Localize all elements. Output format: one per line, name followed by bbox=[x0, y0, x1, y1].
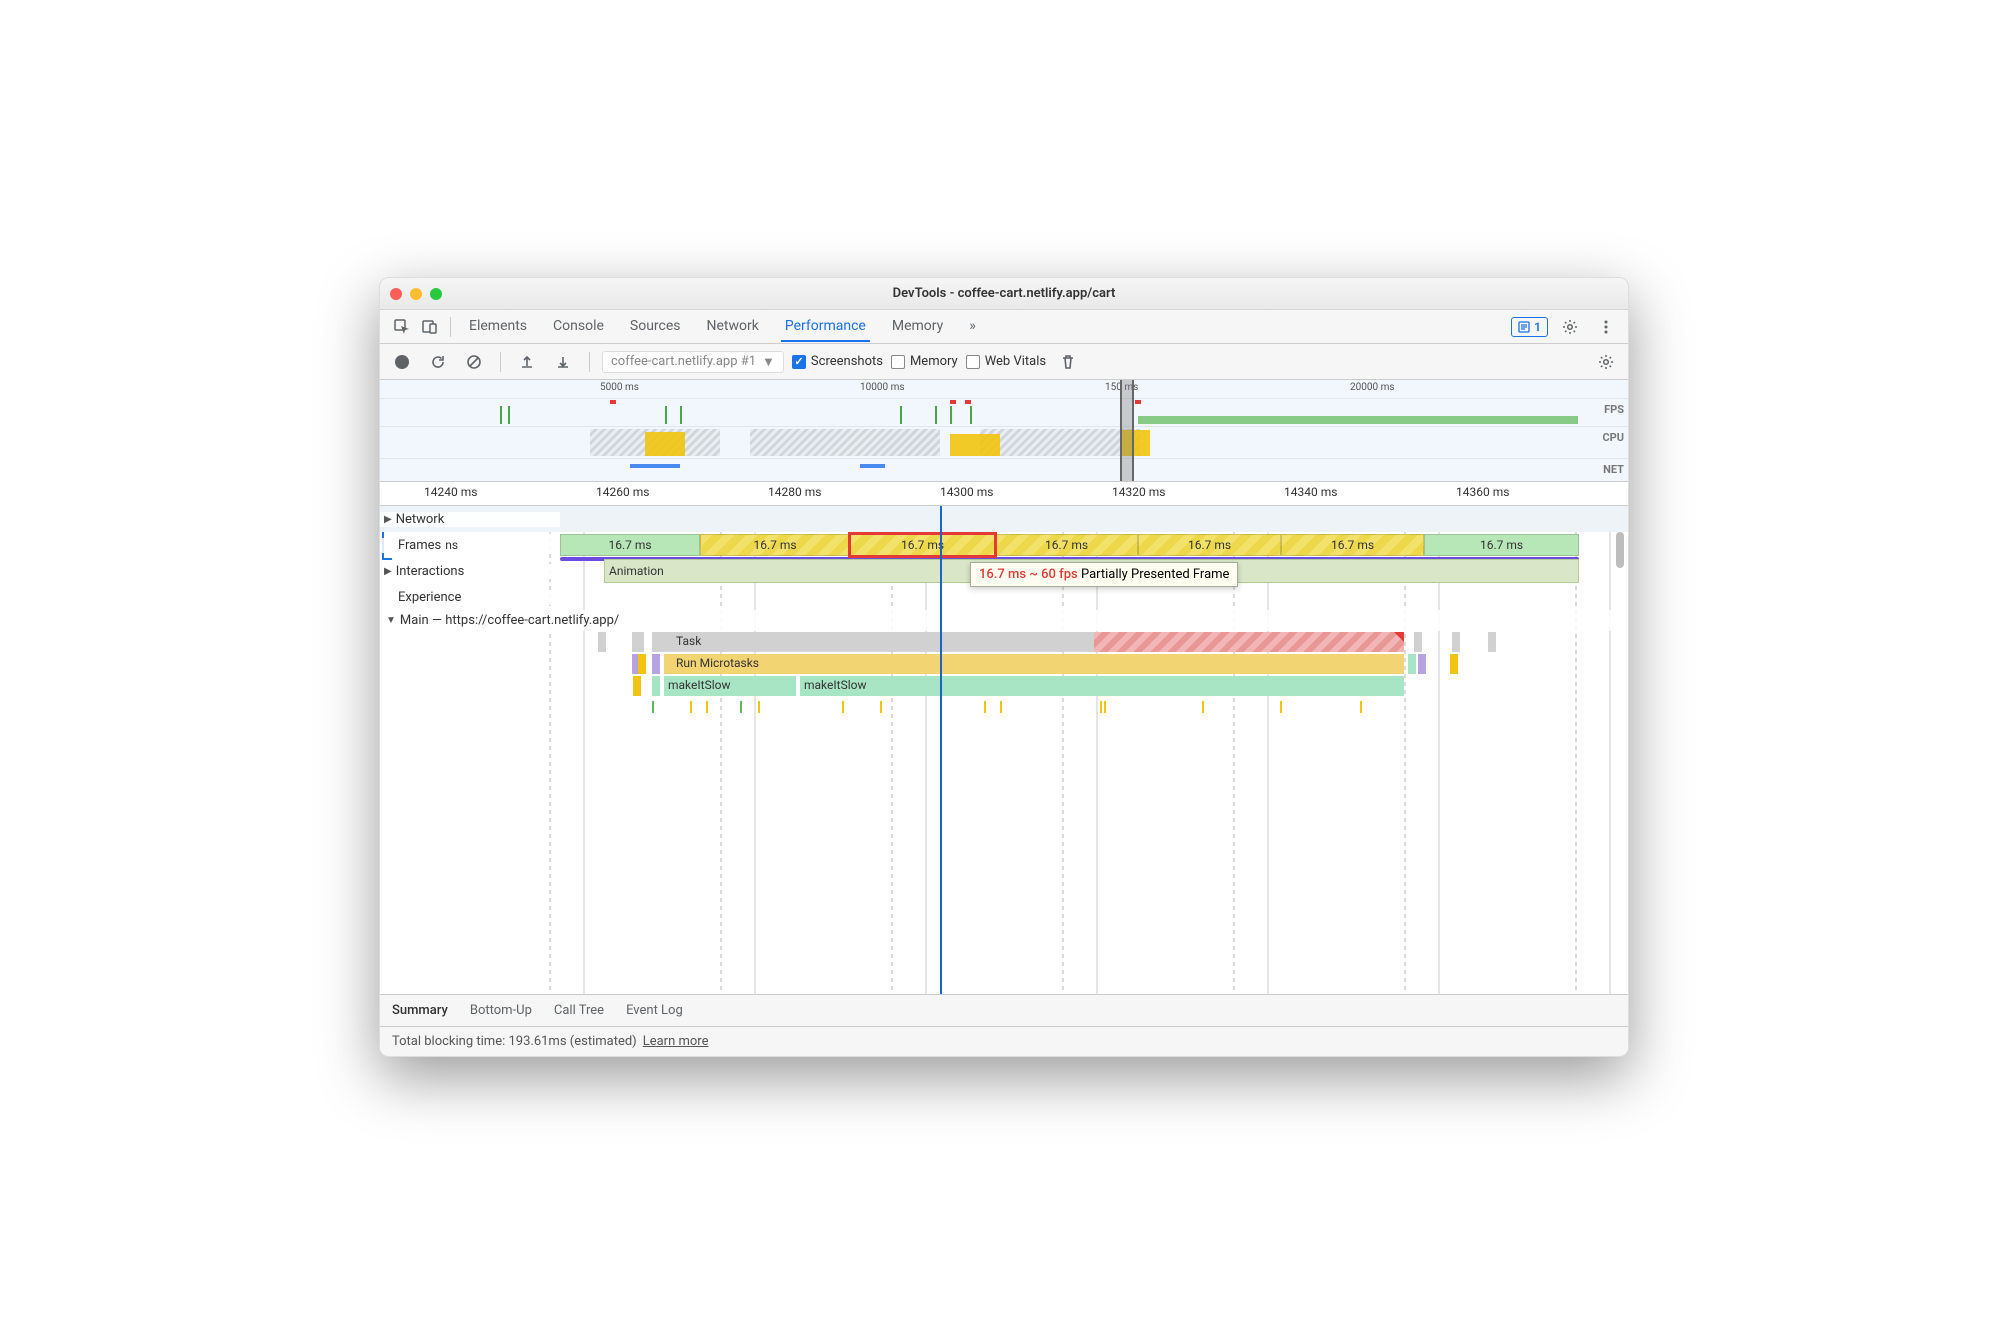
recording-name: coffee-cart.netlify.app #1 bbox=[611, 354, 756, 369]
tab-performance[interactable]: Performance bbox=[781, 312, 870, 342]
detail-ruler[interactable]: 14240 ms 14260 ms 14280 ms 14300 ms 1432… bbox=[380, 482, 1628, 506]
tab-event-log[interactable]: Event Log bbox=[626, 1003, 683, 1018]
long-task-warning-icon bbox=[1394, 632, 1404, 642]
frame-block[interactable]: 16.7 ms bbox=[1138, 534, 1281, 556]
overview-minimap[interactable]: 5000 ms 10000 ms 150 ms 20000 ms FPS CPU… bbox=[380, 380, 1628, 482]
performance-toolbar: coffee-cart.netlify.app #1 ▼ Screenshots… bbox=[380, 344, 1628, 380]
close-icon[interactable] bbox=[390, 288, 402, 300]
screenshots-checkbox-row[interactable]: Screenshots bbox=[792, 354, 883, 369]
net-label: NET bbox=[1603, 463, 1624, 476]
disclosure-triangle-icon[interactable]: ▼ bbox=[386, 615, 396, 626]
traffic-lights bbox=[390, 288, 442, 300]
disclosure-triangle-icon[interactable]: ▶ bbox=[384, 566, 392, 577]
panel-tabs-row: Elements Console Sources Network Perform… bbox=[380, 310, 1628, 344]
frame-block[interactable]: 16.7 ms bbox=[1281, 534, 1424, 556]
reload-record-icon[interactable] bbox=[424, 348, 452, 376]
chevron-down-icon: ▼ bbox=[762, 354, 775, 370]
clear-icon[interactable] bbox=[460, 348, 488, 376]
settings-gear-icon[interactable] bbox=[1556, 313, 1584, 341]
cpu-label: CPU bbox=[1602, 431, 1624, 444]
download-icon[interactable] bbox=[549, 348, 577, 376]
frame-block[interactable]: 16.7 ms bbox=[560, 534, 700, 556]
capture-settings-gear-icon[interactable] bbox=[1592, 348, 1620, 376]
experience-track[interactable]: Experience bbox=[380, 584, 1628, 610]
tab-memory[interactable]: Memory bbox=[888, 312, 947, 342]
tab-call-tree[interactable]: Call Tree bbox=[554, 1003, 604, 1018]
fullscreen-icon[interactable] bbox=[430, 288, 442, 300]
disclosure-triangle-icon[interactable]: ▶ bbox=[384, 514, 392, 525]
overview-selection-handle[interactable] bbox=[1120, 380, 1134, 481]
upload-icon[interactable] bbox=[513, 348, 541, 376]
webvitals-label: Web Vitals bbox=[985, 354, 1046, 369]
trash-icon[interactable] bbox=[1054, 348, 1082, 376]
statusbar: Total blocking time: 193.61ms (estimated… bbox=[380, 1026, 1628, 1056]
panel-tabs: Elements Console Sources Network Perform… bbox=[465, 312, 980, 342]
inspect-element-icon[interactable] bbox=[388, 313, 416, 341]
long-task-bar[interactable] bbox=[1094, 632, 1404, 652]
device-toggle-icon[interactable] bbox=[416, 313, 444, 341]
bottom-tabs: Summary Bottom-Up Call Tree Event Log bbox=[380, 994, 1628, 1026]
tab-more[interactable]: » bbox=[965, 312, 980, 342]
frame-block[interactable]: 16.7 ms bbox=[700, 534, 850, 556]
overview-net-row: NET bbox=[380, 458, 1628, 472]
tab-elements[interactable]: Elements bbox=[465, 312, 531, 342]
flame-ticks bbox=[580, 697, 1598, 725]
frame-block[interactable]: 16.7 ms bbox=[1424, 534, 1579, 556]
minimize-icon[interactable] bbox=[410, 288, 422, 300]
flame-row-functions[interactable]: makeItSlow makeItSlow bbox=[580, 675, 1598, 697]
recording-selector[interactable]: coffee-cart.netlify.app #1 ▼ bbox=[602, 351, 784, 373]
tab-sources[interactable]: Sources bbox=[626, 312, 685, 342]
webvitals-checkbox[interactable] bbox=[966, 355, 980, 369]
tab-bottom-up[interactable]: Bottom-Up bbox=[470, 1003, 532, 1018]
record-button[interactable] bbox=[388, 348, 416, 376]
flame-row-task[interactable]: Task bbox=[580, 631, 1598, 653]
run-microtasks-bar[interactable]: Run Microtasks bbox=[664, 654, 1404, 674]
memory-checkbox-row[interactable]: Memory bbox=[891, 354, 958, 369]
task-bar[interactable]: Task bbox=[652, 632, 1094, 652]
flame-row-microtasks[interactable]: Run Microtasks bbox=[580, 653, 1598, 675]
fps-label: FPS bbox=[1604, 403, 1624, 416]
tooltip-status: Partially Presented Frame bbox=[1081, 567, 1230, 582]
main-thread-header[interactable]: ▼ Main — https://coffee-cart.netlify.app… bbox=[380, 610, 1628, 631]
tab-network[interactable]: Network bbox=[703, 312, 763, 342]
memory-label: Memory bbox=[910, 354, 958, 369]
issues-badge[interactable]: 1 bbox=[1511, 317, 1548, 337]
playhead-line[interactable] bbox=[940, 506, 942, 994]
webvitals-checkbox-row[interactable]: Web Vitals bbox=[966, 354, 1046, 369]
blocking-time-text: Total blocking time: 193.61ms (estimated… bbox=[392, 1034, 637, 1049]
overview-cpu-row: CPU bbox=[380, 426, 1628, 458]
screenshots-checkbox[interactable] bbox=[792, 355, 806, 369]
learn-more-link[interactable]: Learn more bbox=[643, 1034, 709, 1049]
issues-count: 1 bbox=[1534, 320, 1541, 334]
makeitslow-bar-2[interactable]: makeItSlow bbox=[800, 676, 1404, 696]
frame-block[interactable]: 16.7 ms bbox=[995, 534, 1138, 556]
tracks-area[interactable]: ▶ Network Frames ns 16.7 ms 16.7 ms 16.7… bbox=[380, 506, 1628, 994]
network-track[interactable]: ▶ Network bbox=[380, 506, 1628, 532]
tab-summary[interactable]: Summary bbox=[392, 1003, 448, 1018]
overview-fps-row: FPS bbox=[380, 398, 1628, 426]
titlebar[interactable]: DevTools - coffee-cart.netlify.app/cart bbox=[380, 278, 1628, 310]
kebab-menu-icon[interactable] bbox=[1592, 313, 1620, 341]
screenshots-label: Screenshots bbox=[811, 354, 883, 369]
overview-ruler: 5000 ms 10000 ms 150 ms 20000 ms bbox=[380, 380, 1628, 398]
devtools-window: DevTools - coffee-cart.netlify.app/cart … bbox=[379, 277, 1629, 1057]
makeitslow-bar-1[interactable]: makeItSlow bbox=[664, 676, 796, 696]
frame-block-selected[interactable]: 16.7 ms bbox=[850, 534, 995, 556]
window-title: DevTools - coffee-cart.netlify.app/cart bbox=[380, 286, 1628, 301]
frames-track[interactable]: Frames ns 16.7 ms 16.7 ms 16.7 ms 16.7 m… bbox=[380, 532, 1628, 558]
tooltip-duration: 16.7 ms ~ 60 fps bbox=[979, 567, 1078, 582]
memory-checkbox[interactable] bbox=[891, 355, 905, 369]
tab-console[interactable]: Console bbox=[549, 312, 608, 342]
frame-tooltip: 16.7 ms ~ 60 fps Partially Presented Fra… bbox=[970, 562, 1238, 587]
